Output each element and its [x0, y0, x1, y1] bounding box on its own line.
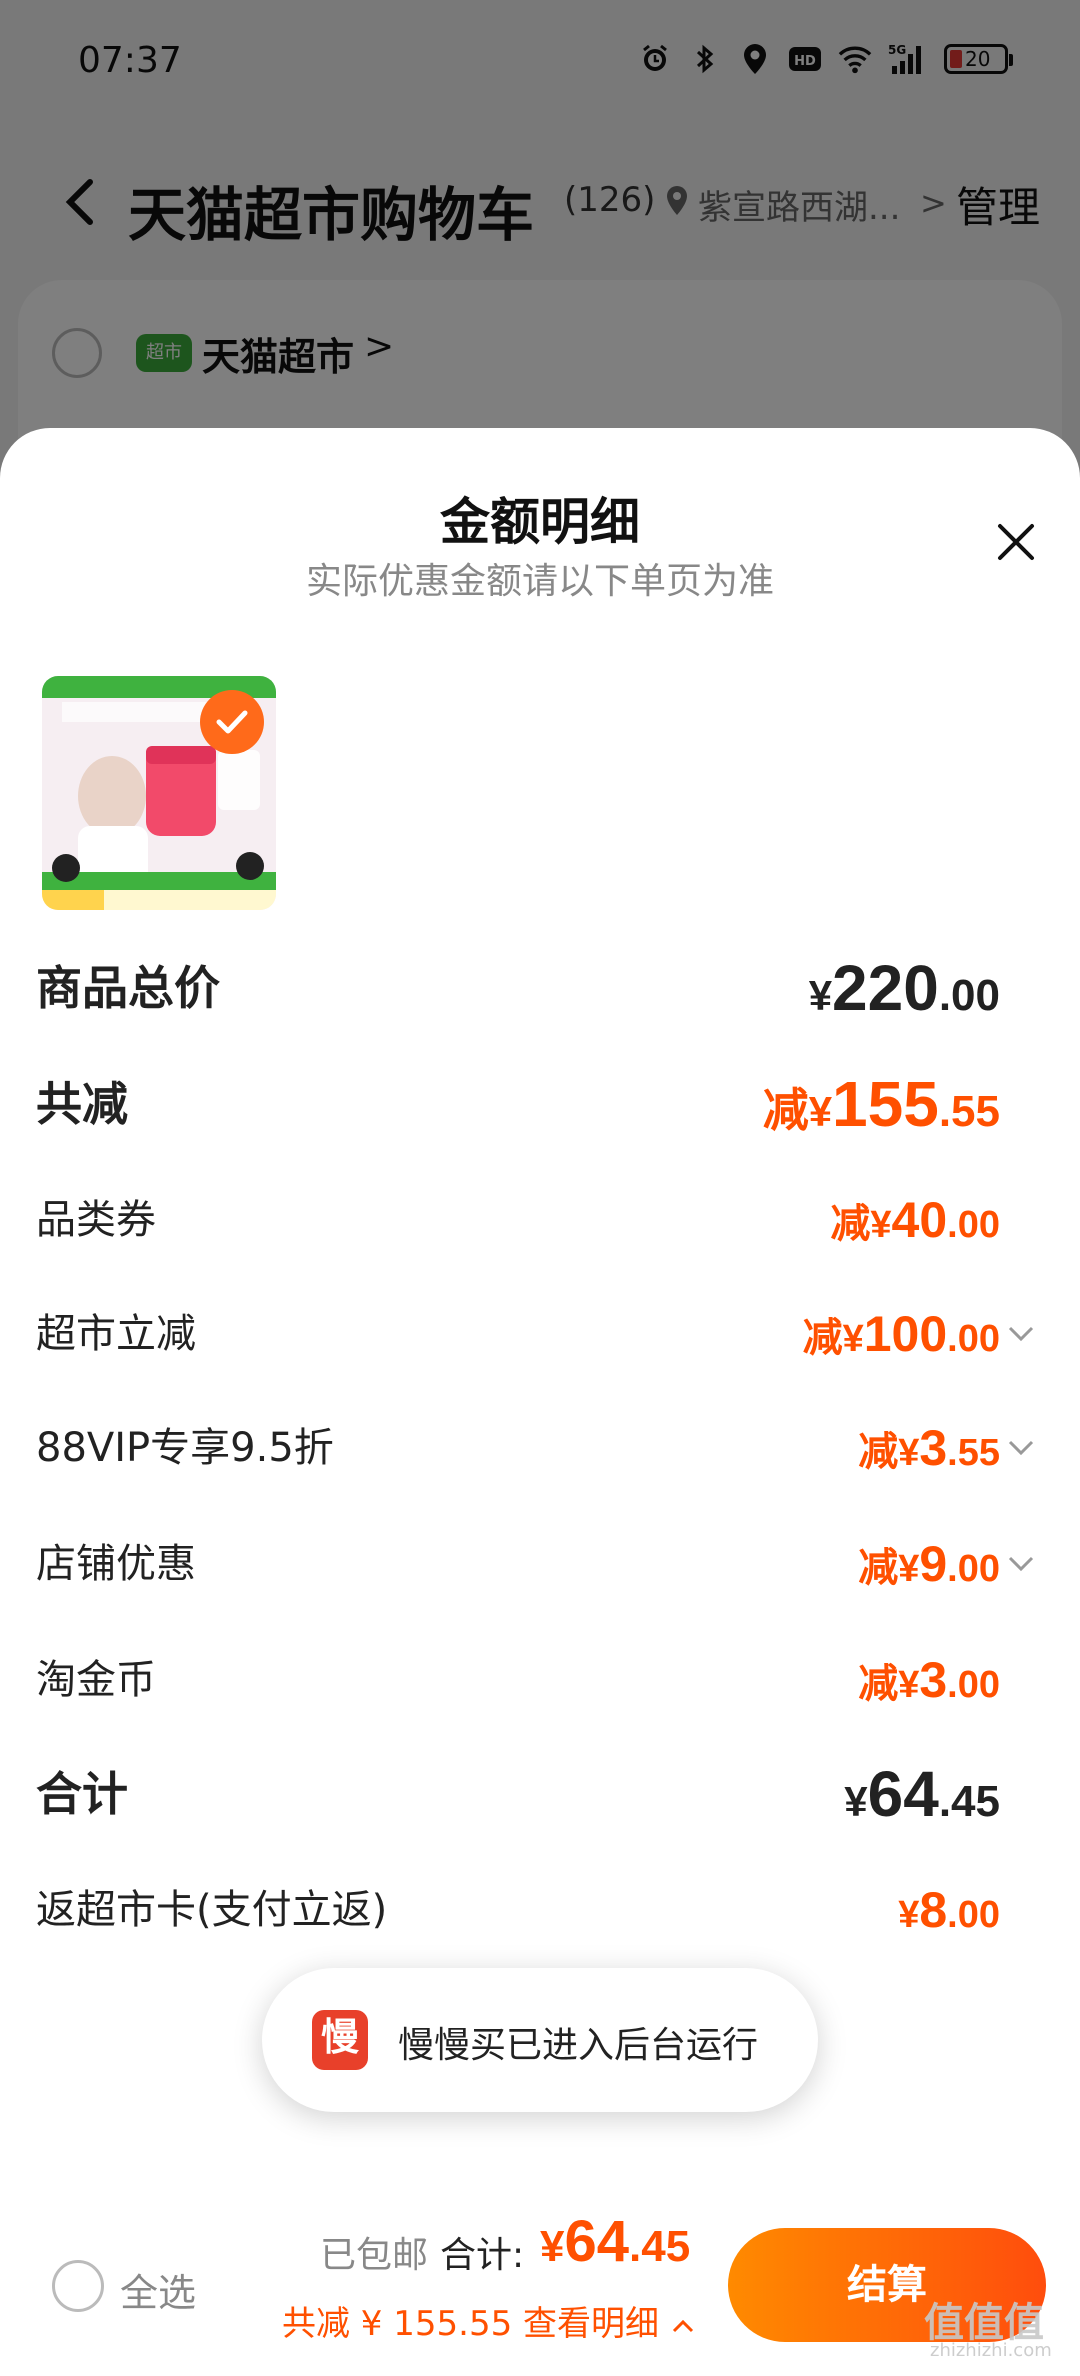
- row-amount: ¥220.00: [808, 952, 1000, 1024]
- row-taojinbi: 淘金币 减¥3.00: [36, 1640, 1036, 1720]
- toast-text: 慢慢买已进入后台运行: [398, 2025, 759, 2066]
- selected-check-icon: [200, 690, 264, 754]
- chevron-down-icon[interactable]: [1006, 1314, 1036, 1354]
- free-shipping-label: 已包邮: [320, 2235, 429, 2276]
- total-label: 合计:: [440, 2235, 525, 2276]
- row-supermarket-discount[interactable]: 超市立减 减¥100.00: [36, 1294, 1036, 1374]
- chevron-down-icon[interactable]: [1006, 1544, 1036, 1584]
- watermark-url: zhizhizhi.com: [930, 2340, 1052, 2361]
- row-label: 超市立减: [36, 1311, 196, 1357]
- row-cashback-card: 返超市卡(支付立返) ¥8.00: [36, 1870, 1036, 1950]
- row-label: 合计: [36, 1767, 128, 1821]
- row-store-discount[interactable]: 店铺优惠 减¥9.00: [36, 1524, 1036, 1604]
- row-label: 商品总价: [36, 961, 220, 1015]
- row-amount: 减¥9.00: [858, 1536, 1000, 1592]
- row-category-coupon: 品类券 减¥40.00: [36, 1180, 1036, 1260]
- row-goods-total: 商品总价 ¥220.00: [36, 948, 1036, 1028]
- sheet-subtitle: 实际优惠金额请以下单页为准: [305, 561, 774, 602]
- row-total-reduction: 共减 减¥155.55: [36, 1064, 1036, 1144]
- row-88vip-discount[interactable]: 88VIP专享9.5折 减¥3.55: [36, 1408, 1036, 1488]
- row-amount: 减¥100.00: [802, 1306, 1000, 1362]
- row-amount: 减¥155.55: [762, 1068, 1000, 1140]
- select-all-radio[interactable]: [52, 2260, 104, 2312]
- select-all-label[interactable]: 全选: [120, 2262, 196, 2317]
- total-amount: ¥64.45: [540, 2209, 691, 2274]
- chevron-down-icon[interactable]: [1006, 1428, 1036, 1468]
- checkout-bar: 全选 已包邮 合计: ¥64.45 共减 ¥ 155.55 查看明细 结算: [0, 2200, 1080, 2376]
- row-amount: 减¥40.00: [830, 1192, 1000, 1248]
- row-amount: ¥8.00: [898, 1882, 1000, 1938]
- row-label: 返超市卡(支付立返): [36, 1887, 388, 1933]
- chevron-up-icon: [672, 2319, 693, 2332]
- row-amount: 减¥3.00: [858, 1652, 1000, 1708]
- row-grand-total: 合计 ¥64.45: [36, 1754, 1036, 1834]
- close-button[interactable]: [994, 520, 1038, 564]
- row-label: 品类券: [36, 1197, 156, 1243]
- row-label: 淘金币: [36, 1657, 156, 1703]
- manmanmai-app-icon: 慢: [312, 2010, 368, 2070]
- view-details-link[interactable]: 共减 ¥ 155.55 查看明细: [282, 2296, 696, 2345]
- background-running-toast: 慢 慢慢买已进入后台运行: [262, 1968, 818, 2112]
- row-label: 共减: [36, 1077, 128, 1131]
- row-label: 店铺优惠: [36, 1541, 196, 1587]
- row-amount: ¥64.45: [844, 1758, 1000, 1830]
- reduced-summary: 共减 ¥ 155.55 查看明细: [282, 2304, 660, 2344]
- sheet-title: 金额明细: [440, 493, 640, 551]
- row-label: 88VIP专享9.5折: [36, 1425, 334, 1471]
- close-icon: [998, 524, 1034, 560]
- row-amount: 减¥3.55: [858, 1420, 1000, 1476]
